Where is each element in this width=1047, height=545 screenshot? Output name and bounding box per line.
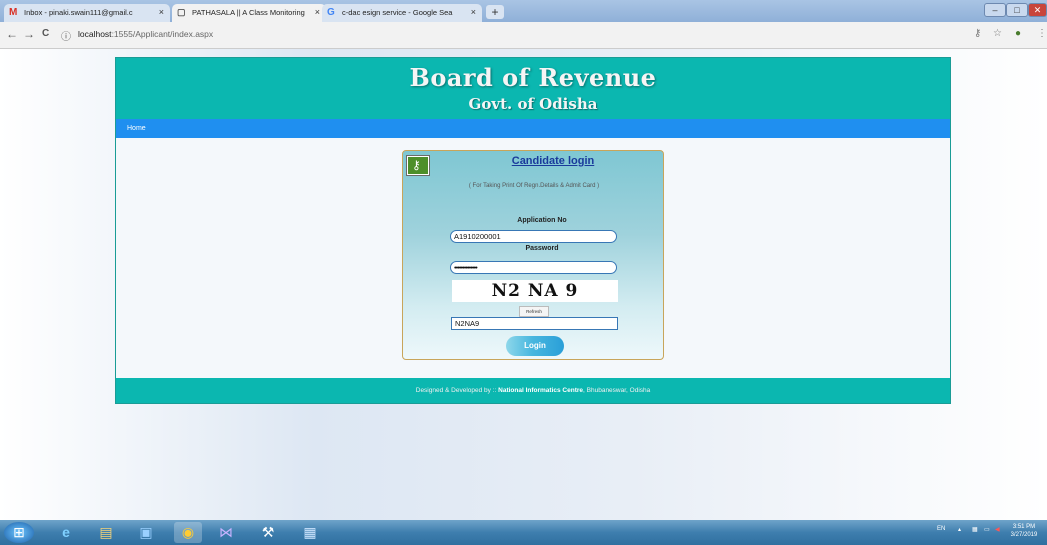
- menu-item-home[interactable]: Home: [127, 125, 146, 132]
- menu-bar: Home: [116, 119, 950, 138]
- forward-icon[interactable]: →: [23, 27, 35, 41]
- network-icon[interactable]: ▦: [972, 526, 978, 533]
- tray-arrow-icon[interactable]: ▴: [958, 526, 961, 533]
- url-host: localhost: [78, 29, 112, 39]
- url-field[interactable]: localhost:1555/Applicant/index.aspx: [78, 29, 213, 39]
- site-container: Board of Revenue Govt. of Odisha Home ⚷ …: [115, 57, 951, 404]
- star-icon[interactable]: ☆: [993, 28, 1002, 39]
- visual-studio-icon[interactable]: ⋈: [212, 522, 240, 543]
- page-viewport: Board of Revenue Govt. of Odisha Home ⚷ …: [0, 49, 1047, 520]
- clock-date: 3/27/2019: [1010, 532, 1038, 538]
- tab-gmail[interactable]: M Inbox - pinaki.swain111@gmail.c ×: [4, 4, 170, 22]
- login-button[interactable]: Login: [506, 336, 564, 356]
- volume-icon[interactable]: ◀: [995, 526, 1000, 533]
- window-close-button[interactable]: ✕: [1028, 3, 1047, 17]
- gmail-icon: M: [9, 7, 18, 18]
- login-panel: ⚷ Candidate login ( For Taking Print Of …: [402, 150, 664, 360]
- document-icon[interactable]: ▦: [296, 522, 324, 543]
- folder-icon[interactable]: ▤: [92, 522, 120, 543]
- application-no-input[interactable]: A1910200001: [450, 230, 617, 243]
- menu-icon[interactable]: ⋮: [1037, 28, 1047, 39]
- application-no-label: Application No: [517, 217, 567, 224]
- footer-prefix: Designed & Developed by ::: [415, 387, 499, 394]
- captcha-image: N2 NA 9: [452, 280, 618, 302]
- tools-icon[interactable]: ⚒: [254, 522, 282, 543]
- site-title: Board of Revenue: [409, 63, 657, 92]
- site-header: Board of Revenue Govt. of Odisha: [116, 58, 950, 119]
- taskbar: ⊞ e ▤ ▣ ◉ ⋈ ⚒ ▦ EN ▴ ▦ ▭ ◀ 3:51 PM 3/27/…: [0, 520, 1047, 545]
- key-icon[interactable]: ⚷: [974, 28, 981, 39]
- back-icon[interactable]: ←: [6, 27, 18, 41]
- address-bar-row: ← → C ⓘ localhost:1555/Applicant/index.a…: [0, 22, 1047, 49]
- minimize-button[interactable]: –: [984, 3, 1006, 17]
- page-icon: ▢: [177, 7, 186, 17]
- password-label: Password: [525, 245, 559, 252]
- tab-title: PATHASALA || A Class Monitoring: [192, 8, 305, 17]
- password-input[interactable]: ••••••••••••••: [450, 261, 617, 274]
- internet-explorer-icon[interactable]: e: [52, 522, 80, 543]
- site-subtitle: Govt. of Odisha: [468, 95, 598, 113]
- chrome-icon[interactable]: ◉: [174, 522, 202, 543]
- clock-time: 3:51 PM: [1012, 524, 1036, 530]
- site-footer: Designed & Developed by :: National Info…: [116, 378, 950, 403]
- login-note: ( For Taking Print Of Regn.Details & Adm…: [468, 183, 600, 189]
- start-button[interactable]: ⊞: [4, 522, 34, 543]
- close-icon[interactable]: ×: [315, 7, 320, 17]
- captcha-input[interactable]: N2NA9: [451, 317, 618, 330]
- refresh-captcha-button[interactable]: Refresh: [519, 306, 549, 317]
- extension-icon[interactable]: ●: [1015, 28, 1021, 39]
- display-icon[interactable]: ▭: [984, 526, 990, 533]
- footer-org: National Informatics Centre: [498, 387, 584, 394]
- clock[interactable]: 3:51 PM 3/27/2019: [1002, 523, 1046, 539]
- tab-google-search[interactable]: G c-dac esign service - Google Sea ×: [322, 4, 482, 22]
- new-tab-button[interactable]: +: [486, 5, 504, 19]
- maximize-button[interactable]: □: [1006, 3, 1028, 17]
- tab-title: c-dac esign service - Google Sea: [342, 8, 453, 17]
- footer-suffix: , Bhubaneswar, Odisha: [583, 387, 651, 394]
- browser-tab-strip: M Inbox - pinaki.swain111@gmail.c × ▢ PA…: [0, 0, 1047, 22]
- url-path: :1555/Applicant/index.aspx: [111, 29, 214, 39]
- reload-icon[interactable]: C: [42, 28, 49, 39]
- tab-title: Inbox - pinaki.swain111@gmail.c: [24, 8, 133, 17]
- media-player-icon[interactable]: ▣: [132, 522, 160, 543]
- login-title: Candidate login: [511, 155, 595, 167]
- close-icon[interactable]: ×: [159, 7, 164, 17]
- info-icon[interactable]: ⓘ: [61, 28, 71, 43]
- close-icon[interactable]: ×: [471, 7, 476, 17]
- google-icon: G: [327, 7, 335, 18]
- tab-pathasala[interactable]: ▢ PATHASALA || A Class Monitoring ×: [172, 4, 326, 22]
- language-indicator[interactable]: EN: [937, 526, 945, 532]
